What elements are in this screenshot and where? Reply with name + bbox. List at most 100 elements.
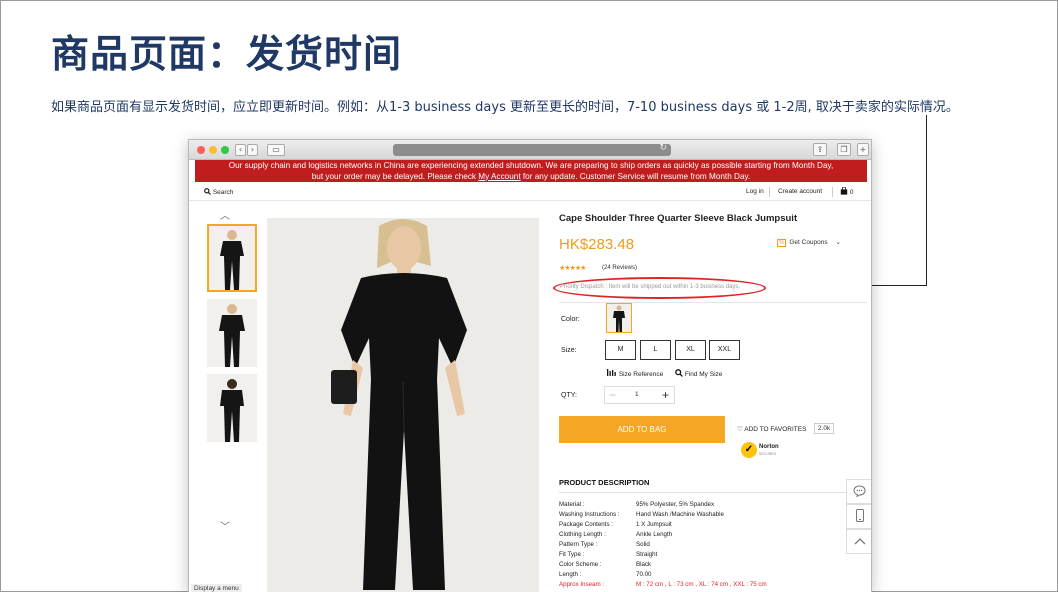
- chevron-up-icon: [854, 538, 865, 545]
- spec-key: Fit Type :: [559, 551, 585, 558]
- spec-key: Pattern Type :: [559, 541, 598, 548]
- model-photo-thumbnail: [207, 299, 257, 367]
- coupon-icon: %: [777, 239, 787, 247]
- thumbnail-1[interactable]: [207, 224, 257, 292]
- quantity-stepper: − 1 +: [604, 386, 675, 404]
- my-account-link[interactable]: My Account: [478, 172, 520, 181]
- spec-key: Package Contents :: [559, 521, 614, 528]
- banner-line-2-suffix: for any update. Customer Service will re…: [520, 171, 751, 181]
- favorites-count: 2.0k: [814, 423, 835, 434]
- back-icon[interactable]: ‹: [235, 144, 246, 156]
- banner-line-2-prefix: but your order may be delayed. Please ch…: [311, 171, 479, 181]
- search-link[interactable]: Search: [204, 188, 233, 196]
- nav-divider: [769, 187, 770, 197]
- divider: [559, 492, 849, 493]
- slide-title: 商品页面：发货时间: [51, 32, 403, 76]
- callout-arrow-vertical: [926, 115, 927, 286]
- maximize-window-icon[interactable]: [221, 146, 229, 154]
- spec-value: 70.00: [636, 571, 652, 578]
- color-swatch-image: [607, 304, 631, 332]
- cart-button[interactable]: 0: [840, 186, 854, 196]
- site-header: Search Log in Create account 0: [189, 183, 871, 201]
- find-my-size-link[interactable]: Find My Size: [675, 369, 722, 378]
- size-label: Size:: [561, 347, 577, 354]
- qty-decrease-button[interactable]: −: [609, 387, 616, 403]
- address-bar[interactable]: ↻: [393, 143, 671, 156]
- thumbnail-scroll-up-icon[interactable]: ︿: [220, 207, 230, 222]
- reload-icon[interactable]: ↻: [659, 143, 667, 153]
- slide-description: 如果商品页面有显示发货时间，应立即更新时间。例如：从1-3 business d…: [51, 100, 959, 115]
- get-coupons-dropdown[interactable]: % Get Coupons ⌄: [777, 238, 841, 247]
- size-option-m[interactable]: M: [605, 340, 636, 360]
- model-photo: [267, 218, 539, 592]
- spec-value: Hand Wash /Machine Washable: [636, 511, 724, 518]
- create-account-link[interactable]: Create account: [778, 188, 822, 195]
- spec-key: Washing Instructions :: [559, 511, 620, 518]
- spec-value: M : 72 cm , L : 73 cm , XL : 74 cm , XXL…: [636, 581, 767, 588]
- product-title: Cape Shoulder Three Quarter Sleeve Black…: [559, 213, 798, 224]
- spec-key: Color Scheme :: [559, 561, 602, 568]
- spec-value: Solid: [636, 541, 650, 548]
- tabs-icon[interactable]: ❐: [837, 143, 851, 156]
- back-to-top-icon[interactable]: [846, 529, 871, 554]
- search-icon: [675, 369, 683, 377]
- product-price: HK$283.48: [559, 236, 635, 253]
- sidebar-icon[interactable]: ▭: [267, 144, 285, 156]
- add-to-bag-button[interactable]: ADD TO BAG: [559, 416, 725, 443]
- spec-key: Approx Inseam :: [559, 581, 605, 588]
- login-link[interactable]: Log in: [746, 188, 764, 195]
- size-option-xxl[interactable]: XXL: [709, 340, 740, 360]
- search-label: Search: [212, 189, 234, 196]
- product-description-heading: PRODUCT DESCRIPTION: [559, 478, 650, 487]
- display-menu-tooltip: Display a menu: [191, 584, 242, 592]
- nav-divider: [832, 187, 833, 197]
- qty-label: QTY:: [561, 392, 577, 399]
- model-photo-thumbnail: [209, 226, 255, 290]
- heart-icon: ♡: [737, 426, 743, 433]
- color-swatch-black[interactable]: [606, 303, 632, 333]
- thumbnail-3[interactable]: [207, 374, 257, 442]
- forward-icon[interactable]: ›: [247, 144, 258, 156]
- thumbnail-2[interactable]: [207, 299, 257, 367]
- chat-icon[interactable]: [846, 479, 871, 504]
- chevron-down-icon: ⌄: [835, 239, 841, 246]
- qty-value[interactable]: 1: [635, 391, 639, 398]
- size-option-l[interactable]: L: [640, 340, 671, 360]
- spec-value: Straight: [636, 551, 658, 558]
- share-icon[interactable]: ⇪: [813, 143, 827, 156]
- spec-value: Black: [636, 561, 652, 568]
- slide: 商品页面：发货时间 如果商品页面有显示发货时间，应立即更新时间。例如：从1-3 …: [0, 0, 1058, 592]
- banner-line-1: Our supply chain and logistics networks …: [228, 161, 834, 170]
- close-window-icon[interactable]: [197, 146, 205, 154]
- add-to-favorites-button[interactable]: ♡ ADD TO FAVORITES: [737, 425, 806, 433]
- checkmark-icon: ✓: [741, 442, 757, 458]
- new-tab-icon[interactable]: +: [857, 143, 869, 156]
- shutdown-notice-banner: Our supply chain and logistics networks …: [195, 160, 867, 182]
- bar-chart-icon: [607, 369, 616, 376]
- phone-icon: [855, 509, 864, 522]
- browser-window: ‹ › ▭ ↻ ⇪ ❐ + Our supply chain and logis…: [188, 139, 872, 592]
- qty-increase-button[interactable]: +: [662, 387, 669, 403]
- get-coupons-label: Get Coupons: [789, 239, 828, 246]
- spec-value: 1 X Jumpsuit: [636, 521, 672, 528]
- size-option-xl[interactable]: XL: [675, 340, 706, 360]
- cart-count: 0: [849, 189, 854, 196]
- size-reference-label: Size Reference: [618, 371, 664, 378]
- norton-secured-label: SECURED: [759, 452, 777, 456]
- model-photo-thumbnail: [207, 374, 257, 442]
- minimize-window-icon[interactable]: [209, 146, 217, 154]
- review-count-link[interactable]: (24 Reviews): [602, 265, 637, 271]
- find-my-size-label: Find My Size: [684, 371, 723, 378]
- search-icon: [204, 188, 211, 195]
- add-to-favorites-label: ADD TO FAVORITES: [744, 426, 807, 433]
- main-product-image[interactable]: [267, 218, 539, 592]
- spec-key: Clothing Length :: [559, 531, 606, 538]
- size-reference-link[interactable]: Size Reference: [607, 369, 663, 378]
- norton-secured-badge: ✓ Norton SECURED: [741, 442, 787, 460]
- spec-value: 95% Polyester, 5% Spandex: [636, 501, 715, 508]
- mobile-icon[interactable]: [846, 504, 871, 529]
- thumbnail-scroll-down-icon[interactable]: ﹀: [220, 518, 230, 533]
- color-label: Color:: [561, 316, 580, 323]
- browser-toolbar: ‹ › ▭ ↻ ⇪ ❐ +: [189, 140, 871, 160]
- spec-key: Material :: [559, 501, 585, 508]
